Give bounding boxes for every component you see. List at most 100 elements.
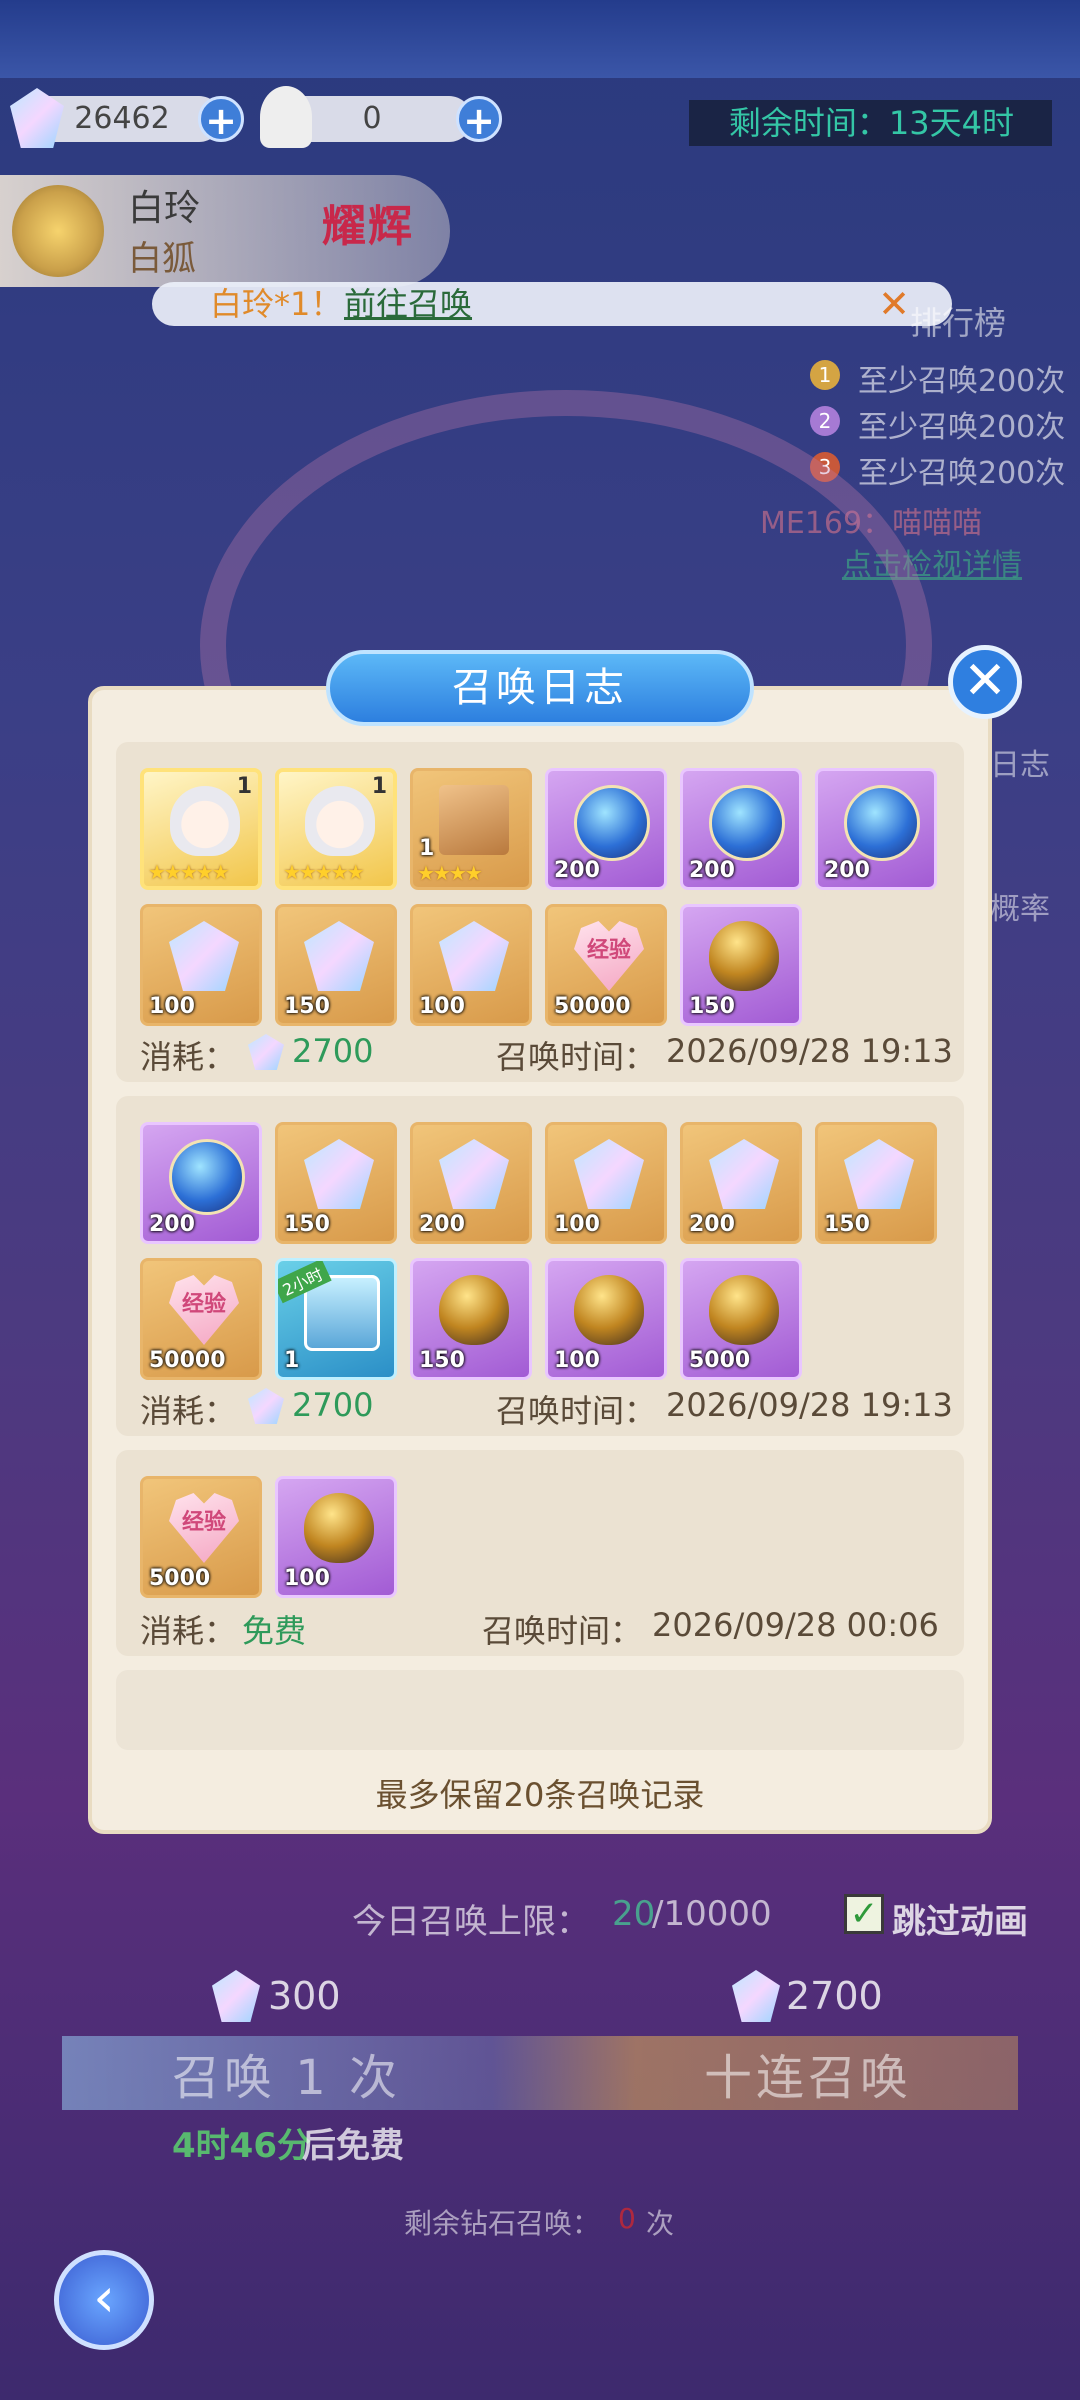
reward-item-exp[interactable]: 经验 5000	[140, 1476, 262, 1598]
add-ticket-button[interactable]: +	[456, 96, 502, 143]
item-count: 100	[149, 994, 195, 1019]
ten-cost: 2700	[786, 1974, 883, 2018]
skip-animation-label: 跳过动画	[892, 1902, 1028, 1942]
notice-text: 白玲*1！	[210, 285, 343, 323]
remain-count: 0	[618, 2202, 636, 2235]
reward-item-egg[interactable]: 100	[275, 1476, 397, 1598]
notice-close-icon[interactable]: ✕	[878, 282, 910, 326]
crystal-ball-icon	[574, 785, 650, 861]
reward-item-egg[interactable]: 5000	[680, 1258, 802, 1380]
reward-item-gem[interactable]: 200	[410, 1122, 532, 1244]
crystal-ball-icon	[709, 785, 785, 861]
event-timer: 剩余时间：13天4时	[688, 100, 1052, 146]
reward-item-orb[interactable]: 200	[815, 768, 937, 890]
sun-emblem-icon	[12, 185, 104, 277]
item-count: 1	[284, 1348, 300, 1373]
time-label: 召唤时间：	[482, 1612, 643, 1650]
reward-item-orb[interactable]: 200	[680, 768, 802, 890]
ranking-title[interactable]: 排行榜	[910, 298, 1006, 344]
time-label: 召唤时间：	[496, 1038, 657, 1076]
reward-item-egg[interactable]: 150	[410, 1258, 532, 1380]
ticket-icon	[260, 86, 312, 148]
golden-egg-icon	[709, 1275, 779, 1345]
record-cost: 2700	[292, 1032, 374, 1070]
reward-item-chest[interactable]: 2小时 1	[275, 1258, 397, 1380]
golden-egg-icon	[709, 921, 779, 991]
item-level: 1	[236, 774, 252, 799]
golden-egg-icon	[439, 1275, 509, 1345]
golden-egg-icon	[574, 1275, 644, 1345]
item-count: 200	[149, 1212, 195, 1237]
item-count: 5000	[149, 1566, 211, 1591]
hero-portrait-icon	[170, 786, 240, 856]
item-count: 150	[284, 994, 330, 1019]
reward-item-gem[interactable]: 200	[680, 1122, 802, 1244]
reward-item-gem[interactable]: 150	[275, 1122, 397, 1244]
item-count: 100	[554, 1348, 600, 1373]
cost-label: 消耗：	[140, 1612, 237, 1650]
cost-label: 消耗：	[140, 1038, 237, 1076]
side-rate-label[interactable]: 概率	[990, 884, 1050, 928]
item-count: 100	[554, 1212, 600, 1237]
crystal-icon	[439, 1139, 509, 1209]
free-suffix: 后免费	[302, 2126, 404, 2166]
record-time: 2026/09/28 19:13	[666, 1386, 953, 1424]
reward-item-hero[interactable]: 1 ★★★★★	[140, 768, 262, 890]
add-diamond-button[interactable]: +	[198, 96, 244, 143]
dialog-close-button[interactable]: ✕	[948, 645, 1022, 719]
item-count: 200	[824, 858, 870, 883]
item-count: 100	[419, 994, 465, 1019]
back-button[interactable]: ‹	[54, 2250, 154, 2350]
mystery-box-icon	[439, 785, 509, 855]
reward-item-gem[interactable]: 100	[410, 904, 532, 1026]
rarity-stars: ★★★★★	[148, 860, 230, 884]
side-log-label[interactable]: 日志	[990, 740, 1050, 784]
item-count: 50000	[554, 994, 631, 1019]
reward-item-exp[interactable]: 经验 50000	[545, 904, 667, 1026]
reward-item-egg[interactable]: 100	[545, 1258, 667, 1380]
item-count: 200	[554, 858, 600, 883]
item-count: 200	[689, 858, 735, 883]
reward-item-gem[interactable]: 150	[815, 1122, 937, 1244]
item-count: 50000	[149, 1348, 226, 1373]
item-count: 200	[689, 1212, 735, 1237]
log-limit-note: 最多保留20条召唤记录	[375, 1776, 705, 1814]
rank-1-text: 至少召唤200次	[858, 364, 1066, 399]
summon-ten-button[interactable]: 十连召唤	[704, 2038, 912, 2108]
reward-item-exp[interactable]: 经验 50000	[140, 1258, 262, 1380]
reward-item-gem[interactable]: 100	[140, 904, 262, 1026]
reward-item-box[interactable]: 1 ★★★★	[410, 768, 532, 890]
remain-suffix: 次	[646, 2207, 675, 2240]
rank-1-icon: 1	[810, 360, 840, 390]
reward-item-hero[interactable]: 1 ★★★★★	[275, 768, 397, 890]
reward-item-orb[interactable]: 200	[545, 768, 667, 890]
rank-2-icon: 2	[810, 406, 840, 436]
reward-item-egg[interactable]: 150	[680, 904, 802, 1026]
goto-summon-link[interactable]: 前往召唤	[344, 282, 472, 326]
crystal-icon	[844, 1139, 914, 1209]
glory-badge: 耀辉	[322, 201, 414, 252]
hero-name: 白玲	[128, 188, 201, 229]
summon-once-button[interactable]: 召唤 1 次	[172, 2038, 401, 2108]
daily-limit-used: 20	[612, 1894, 656, 1934]
record-time: 2026/09/28 00:06	[652, 1606, 939, 1644]
item-count: 150	[284, 1212, 330, 1237]
time-label: 召唤时间：	[496, 1392, 657, 1430]
crystal-icon	[709, 1139, 779, 1209]
reward-item-gem[interactable]: 100	[545, 1122, 667, 1244]
ticket-count: 0	[362, 101, 382, 136]
item-level: 1	[371, 774, 387, 799]
skip-animation-checkbox[interactable]: ✓	[844, 1894, 884, 1934]
item-count: 200	[419, 1212, 465, 1237]
item-count: 5000	[689, 1348, 751, 1373]
crystal-icon	[169, 921, 239, 991]
reward-item-gem[interactable]: 150	[275, 904, 397, 1026]
diamond-count: 26462	[74, 101, 170, 136]
diamond-icon	[212, 1970, 260, 2022]
crystal-ball-icon	[844, 785, 920, 861]
top-bar	[0, 0, 1080, 78]
exp-heart-icon: 经验	[169, 1493, 239, 1563]
golden-egg-icon	[304, 1493, 374, 1563]
daily-limit-label: 今日召唤上限：	[352, 1902, 590, 1942]
reward-item-orb[interactable]: 200	[140, 1122, 262, 1244]
